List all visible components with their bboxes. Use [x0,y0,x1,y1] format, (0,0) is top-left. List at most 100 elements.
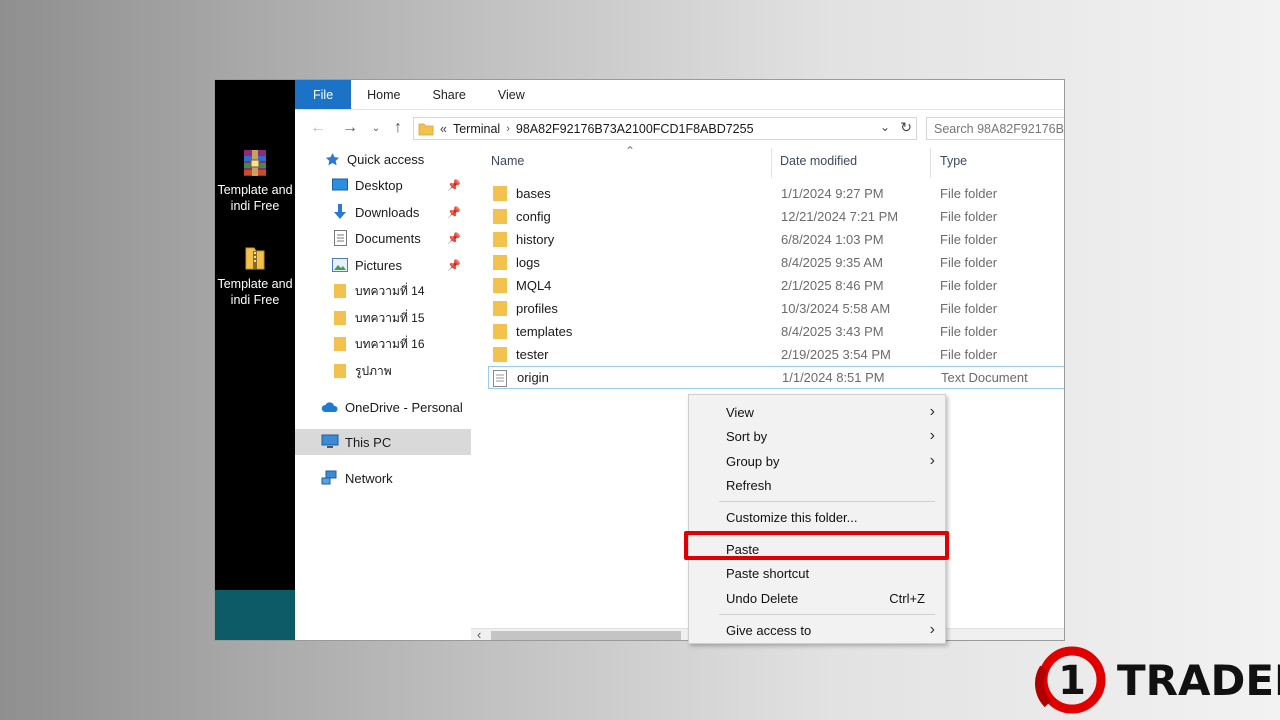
nav-label: บทความที่ 14 [355,283,425,298]
pin-icon[interactable]: 📌 [447,206,461,219]
breadcrumb-overflow[interactable]: « [440,122,447,136]
folder-icon [493,278,507,293]
menu-item-view[interactable]: View › [689,400,947,424]
cloud-icon [321,398,339,416]
menu-item-undo-delete[interactable]: Undo Delete Ctrl+Z [689,586,947,610]
nav-this-pc[interactable]: This PC [295,429,471,455]
chevron-right-icon: › [929,452,935,469]
desktop-area: Template and indi Free Template and indi… [215,80,295,640]
file-type: Text Document [941,370,1028,385]
menu-item-paste-shortcut[interactable]: Paste shortcut [689,561,947,585]
menu-item-group-by[interactable]: Group by › [689,449,947,473]
table-row[interactable]: bases 1/1/2024 9:27 PM File folder [488,182,1064,205]
download-arrow-icon [331,203,349,221]
tab-share[interactable]: Share [417,80,482,109]
nav-network[interactable]: Network [295,465,471,491]
winrar-archive-icon [244,150,266,176]
table-row[interactable]: MQL4 2/1/2025 8:46 PM File folder [488,274,1064,297]
file-name: origin [517,370,549,385]
nav-item-documents[interactable]: Documents 📌 [295,225,471,251]
table-row[interactable]: history 6/8/2024 1:03 PM File folder [488,228,1064,251]
column-header-name[interactable]: Name [491,154,524,168]
nav-item-pictures[interactable]: Pictures 📌 [295,252,471,278]
up-arrow-icon[interactable]: ↑ [387,117,409,139]
search-input[interactable]: Search 98A82F92176B7 [926,117,1064,140]
desktop-icon-label-line2: indi Free [230,199,280,213]
file-type: File folder [940,347,998,362]
paste-highlight-box [684,531,949,560]
column-divider[interactable] [771,148,772,178]
nav-quick-access[interactable]: Quick access [295,146,471,172]
column-header-date[interactable]: Date modified [780,154,857,168]
file-name: profiles [516,301,558,316]
desktop-icon-archive[interactable]: Template and indi Free [215,148,295,214]
scrollbar-thumb[interactable] [491,631,681,640]
nav-item-folder-15[interactable]: บทความที่ 15 [295,305,471,331]
folder-zip-icon [245,247,265,270]
network-icon [321,469,339,487]
tab-home[interactable]: Home [351,80,416,109]
pin-icon[interactable]: 📌 [447,259,461,272]
menu-item-give-access[interactable]: Give access to › [689,618,947,642]
menu-item-label: Give access to [726,622,812,638]
table-row[interactable]: tester 2/19/2025 3:54 PM File folder [488,343,1064,366]
file-name: logs [516,255,540,270]
pin-icon[interactable]: 📌 [447,232,461,245]
file-type: File folder [940,232,998,247]
file-name: history [516,232,555,247]
nav-item-downloads[interactable]: Downloads 📌 [295,199,471,225]
nav-item-folder-pictures-thai[interactable]: รูปภาพ [295,358,471,384]
table-row[interactable]: profiles 10/3/2024 5:58 AM File folder [488,297,1064,320]
menu-item-refresh[interactable]: Refresh [689,473,947,497]
chevron-right-icon: › [929,427,935,444]
scroll-left-chevron-icon[interactable]: ‹ [477,627,481,640]
forward-arrow-icon[interactable]: → [339,117,361,139]
nav-label: OneDrive - Personal [345,399,463,415]
back-arrow-icon[interactable]: ← [307,117,329,139]
column-header-type[interactable]: Type [940,154,967,168]
tab-view[interactable]: View [482,80,541,109]
nav-onedrive[interactable]: OneDrive - Personal [295,394,471,420]
table-row[interactable]: config 12/21/2024 7:21 PM File folder [488,205,1064,228]
nav-label: Pictures [355,257,402,273]
folder-icon [493,324,507,339]
nav-item-folder-14[interactable]: บทความที่ 14 [295,278,471,304]
sort-ascending-icon: ⌃ [625,144,636,158]
nav-item-folder-16[interactable]: บทความที่ 16 [295,331,471,357]
address-path[interactable]: « Terminal › 98A82F92176B73A2100FCD1F8AB… [413,117,917,140]
breadcrumb-current-folder[interactable]: 98A82F92176B73A2100FCD1F8ABD7255 [516,122,754,136]
pin-icon[interactable]: 📌 [447,179,461,192]
nav-item-desktop[interactable]: Desktop 📌 [295,172,471,198]
file-name: config [516,209,551,224]
folder-icon [493,301,507,316]
menu-separator [719,501,935,502]
breadcrumb-terminal[interactable]: Terminal [453,122,500,136]
brand-logo: 1 TRADER [1034,644,1280,716]
recent-locations-chevron-icon[interactable]: ⌄ [365,117,387,139]
nav-label: Downloads [355,204,420,220]
menu-item-shortcut: Ctrl+Z [889,590,925,606]
computer-icon [321,433,339,451]
refresh-icon[interactable]: ↻ [900,119,912,136]
folder-icon [493,232,507,247]
address-dropdown-chevron-icon[interactable]: ⌄ [880,120,890,134]
menu-item-sort-by[interactable]: Sort by › [689,424,947,448]
desktop-icon-folder[interactable]: Template and indi Free [215,242,295,308]
table-row[interactable]: origin 1/1/2024 8:51 PM Text Document [488,366,1064,389]
nav-label: รูปภาพ [355,363,392,378]
menu-item-customize-folder[interactable]: Customize this folder... [689,505,947,529]
tab-file[interactable]: File [295,80,352,109]
nav-label: บทความที่ 16 [355,336,425,351]
menu-item-label: Undo Delete [726,590,799,606]
menu-item-label: Sort by [726,428,768,444]
menu-item-label: Paste shortcut [726,565,810,581]
column-divider[interactable] [930,148,931,178]
logo-ring-icon: 1 [1035,646,1106,714]
file-date: 1/1/2024 8:51 PM [782,370,885,385]
table-row[interactable]: templates 8/4/2025 3:43 PM File folder [488,320,1064,343]
folder-icon [418,123,434,135]
table-row[interactable]: logs 8/4/2025 9:35 AM File folder [488,251,1064,274]
desktop-icon-label-line1: Template and [217,183,293,197]
folder-icon [493,347,507,362]
desktop-icon-label-line1: Template and [217,277,293,291]
